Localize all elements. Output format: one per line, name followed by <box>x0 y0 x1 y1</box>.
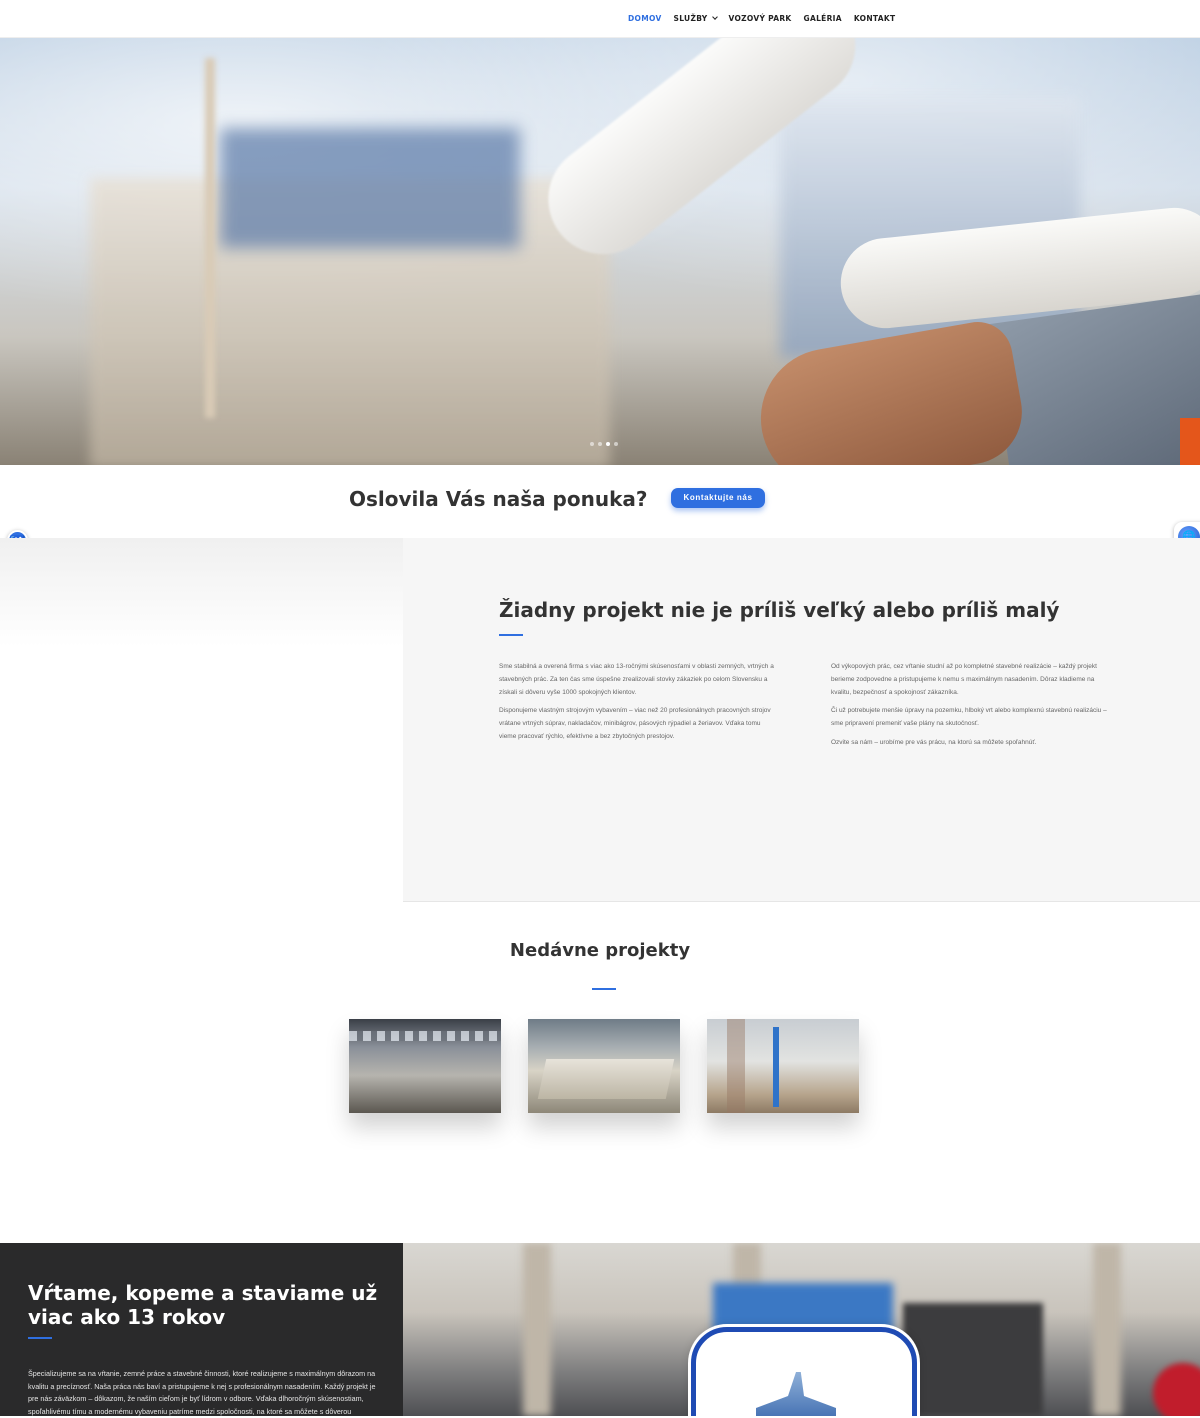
hero-slider <box>0 38 1200 465</box>
experience-heading: Vŕtame, kopeme a staviame už viac ako 13… <box>28 1281 378 1329</box>
about-heading: Žiadny projekt nie je príliš veľký alebo… <box>499 598 1060 622</box>
hero-building-glass <box>220 128 520 248</box>
experience-section: Vŕtame, kopeme a staviame už viac ako 13… <box>0 1243 1200 1416</box>
about-paragraph: Disponujeme vlastným strojovým vybavením… <box>499 707 771 740</box>
hero-crane <box>205 58 215 418</box>
image-red-object <box>1153 1363 1200 1416</box>
heading-divider <box>499 634 523 636</box>
projects-heading: Nedávne projekty <box>509 940 691 961</box>
hero-safety-vest <box>1180 418 1200 465</box>
slider-dot-1[interactable] <box>590 442 594 446</box>
nav-item-domov[interactable]: DOMOV <box>628 14 662 23</box>
about-paragraph: Či už potrebujete menšie úpravy na pozem… <box>831 707 1107 728</box>
about-paragraph: Ozvite sa nám – urobíme pre vás prácu, n… <box>831 738 1037 746</box>
nav-item-sluzby[interactable]: SLUŽBY <box>673 14 718 23</box>
image-pillar <box>1093 1243 1121 1416</box>
nav-item-sluzby-label: SLUŽBY <box>673 14 708 23</box>
slider-dots <box>590 442 618 446</box>
nav-item-vozovy-park[interactable]: VOZOVÝ PARK <box>729 14 792 23</box>
nav-item-kontakt[interactable]: KONTAKT <box>854 14 896 23</box>
about-image-area <box>0 538 403 902</box>
about-column-2: Od výkopových prác, cez vŕtanie studní a… <box>831 661 1111 756</box>
project-thumbnail-hall[interactable] <box>349 1019 501 1113</box>
heading-divider <box>592 988 616 990</box>
slider-dot-4[interactable] <box>614 442 618 446</box>
about-paragraph: Od výkopových prác, cez vŕtanie studní a… <box>831 663 1097 696</box>
heading-divider <box>28 1337 52 1339</box>
company-logo <box>691 1327 917 1416</box>
slider-dot-3[interactable] <box>606 442 610 446</box>
about-paragraph: Sme stabilná a overená firma s viac ako … <box>499 663 774 696</box>
about-section: Žiadny projekt nie je príliš veľký alebo… <box>0 538 1200 902</box>
main-nav: DOMOV SLUŽBY VOZOVÝ PARK GALÉRIA KONTAKT <box>0 0 1200 38</box>
about-column-1: Sme stabilná a overená firma s viac ako … <box>499 661 779 750</box>
experience-image <box>403 1243 1200 1416</box>
cta-bar: Oslovila Vás naša ponuka? Kontaktujte ná… <box>0 465 1200 538</box>
slider-dot-2[interactable] <box>598 442 602 446</box>
contact-button[interactable]: Kontaktujte nás <box>671 488 765 508</box>
image-drill-rig <box>713 1283 893 1333</box>
image-machine-cab <box>903 1303 1043 1416</box>
experience-text: Špecializujeme sa na vŕtanie, zemné prác… <box>28 1369 376 1416</box>
image-pillar <box>523 1243 551 1416</box>
project-thumbnail-foundation[interactable] <box>528 1019 680 1113</box>
chevron-down-icon <box>711 14 718 20</box>
hero-sleeve <box>989 293 1200 465</box>
project-thumbnail-drilling-rig[interactable] <box>707 1019 859 1113</box>
cta-heading: Oslovila Vás naša ponuka? <box>349 487 648 511</box>
nav-menu: DOMOV SLUŽBY VOZOVÝ PARK GALÉRIA KONTAKT <box>628 14 895 23</box>
nav-item-galeria[interactable]: GALÉRIA <box>804 14 842 23</box>
